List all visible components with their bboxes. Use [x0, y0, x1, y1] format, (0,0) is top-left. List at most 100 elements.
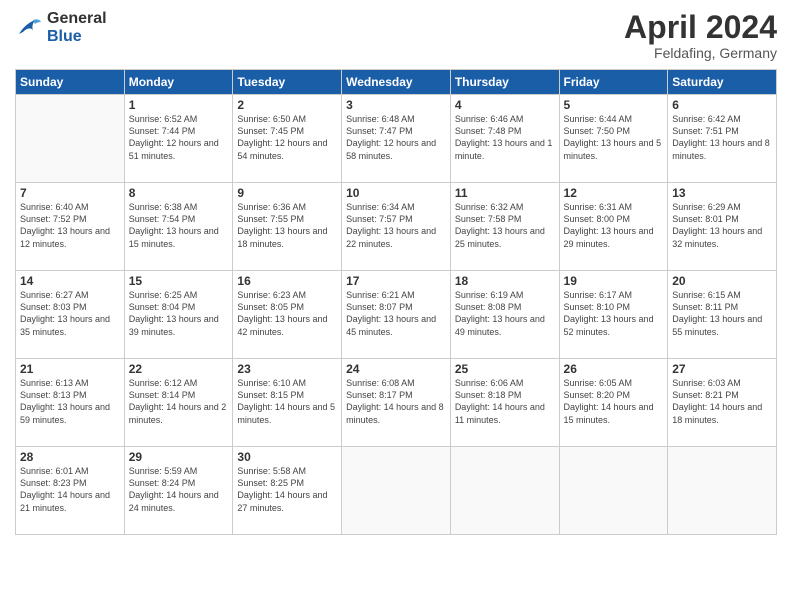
day-number: 5: [564, 98, 664, 112]
day-number: 15: [129, 274, 229, 288]
day-info: Sunrise: 6:23 AMSunset: 8:05 PMDaylight:…: [237, 289, 337, 338]
day-info: Sunrise: 6:29 AMSunset: 8:01 PMDaylight:…: [672, 201, 772, 250]
day-info: Sunrise: 6:38 AMSunset: 7:54 PMDaylight:…: [129, 201, 229, 250]
day-info: Sunrise: 6:36 AMSunset: 7:55 PMDaylight:…: [237, 201, 337, 250]
col-monday: Monday: [124, 70, 233, 95]
day-info: Sunrise: 6:15 AMSunset: 8:11 PMDaylight:…: [672, 289, 772, 338]
day-number: 16: [237, 274, 337, 288]
day-info: Sunrise: 6:52 AMSunset: 7:44 PMDaylight:…: [129, 113, 229, 162]
day-number: 8: [129, 186, 229, 200]
title-area: April 2024 Feldafing, Germany: [624, 10, 777, 61]
day-info: Sunrise: 6:21 AMSunset: 8:07 PMDaylight:…: [346, 289, 446, 338]
day-number: 19: [564, 274, 664, 288]
day-info: Sunrise: 6:10 AMSunset: 8:15 PMDaylight:…: [237, 377, 337, 426]
table-row: [450, 447, 559, 535]
logo: General Blue: [15, 10, 107, 45]
page: General Blue April 2024 Feldafing, Germa…: [0, 0, 792, 612]
day-number: 9: [237, 186, 337, 200]
day-info: Sunrise: 6:48 AMSunset: 7:47 PMDaylight:…: [346, 113, 446, 162]
table-row: 1Sunrise: 6:52 AMSunset: 7:44 PMDaylight…: [124, 95, 233, 183]
day-number: 28: [20, 450, 120, 464]
header: General Blue April 2024 Feldafing, Germa…: [15, 10, 777, 61]
table-row: 9Sunrise: 6:36 AMSunset: 7:55 PMDaylight…: [233, 183, 342, 271]
col-sunday: Sunday: [16, 70, 125, 95]
day-info: Sunrise: 6:08 AMSunset: 8:17 PMDaylight:…: [346, 377, 446, 426]
day-info: Sunrise: 5:58 AMSunset: 8:25 PMDaylight:…: [237, 465, 337, 514]
calendar-week-row: 21Sunrise: 6:13 AMSunset: 8:13 PMDayligh…: [16, 359, 777, 447]
day-number: 30: [237, 450, 337, 464]
day-number: 26: [564, 362, 664, 376]
calendar-header-row: Sunday Monday Tuesday Wednesday Thursday…: [16, 70, 777, 95]
table-row: 4Sunrise: 6:46 AMSunset: 7:48 PMDaylight…: [450, 95, 559, 183]
day-info: Sunrise: 6:25 AMSunset: 8:04 PMDaylight:…: [129, 289, 229, 338]
day-info: Sunrise: 6:31 AMSunset: 8:00 PMDaylight:…: [564, 201, 664, 250]
table-row: 18Sunrise: 6:19 AMSunset: 8:08 PMDayligh…: [450, 271, 559, 359]
table-row: 7Sunrise: 6:40 AMSunset: 7:52 PMDaylight…: [16, 183, 125, 271]
table-row: 17Sunrise: 6:21 AMSunset: 8:07 PMDayligh…: [342, 271, 451, 359]
day-info: Sunrise: 6:05 AMSunset: 8:20 PMDaylight:…: [564, 377, 664, 426]
day-number: 1: [129, 98, 229, 112]
table-row: [559, 447, 668, 535]
day-number: 13: [672, 186, 772, 200]
calendar-week-row: 7Sunrise: 6:40 AMSunset: 7:52 PMDaylight…: [16, 183, 777, 271]
day-info: Sunrise: 6:01 AMSunset: 8:23 PMDaylight:…: [20, 465, 120, 514]
day-info: Sunrise: 6:17 AMSunset: 8:10 PMDaylight:…: [564, 289, 664, 338]
day-info: Sunrise: 6:27 AMSunset: 8:03 PMDaylight:…: [20, 289, 120, 338]
day-number: 21: [20, 362, 120, 376]
day-info: Sunrise: 6:19 AMSunset: 8:08 PMDaylight:…: [455, 289, 555, 338]
day-number: 12: [564, 186, 664, 200]
day-info: Sunrise: 5:59 AMSunset: 8:24 PMDaylight:…: [129, 465, 229, 514]
day-info: Sunrise: 6:44 AMSunset: 7:50 PMDaylight:…: [564, 113, 664, 162]
logo-text: General Blue: [47, 10, 107, 45]
table-row: 13Sunrise: 6:29 AMSunset: 8:01 PMDayligh…: [668, 183, 777, 271]
logo-blue: Blue: [47, 28, 107, 46]
table-row: [342, 447, 451, 535]
table-row: 22Sunrise: 6:12 AMSunset: 8:14 PMDayligh…: [124, 359, 233, 447]
day-number: 17: [346, 274, 446, 288]
table-row: 27Sunrise: 6:03 AMSunset: 8:21 PMDayligh…: [668, 359, 777, 447]
table-row: 26Sunrise: 6:05 AMSunset: 8:20 PMDayligh…: [559, 359, 668, 447]
day-number: 18: [455, 274, 555, 288]
day-number: 25: [455, 362, 555, 376]
day-info: Sunrise: 6:06 AMSunset: 8:18 PMDaylight:…: [455, 377, 555, 426]
col-saturday: Saturday: [668, 70, 777, 95]
day-number: 3: [346, 98, 446, 112]
day-number: 20: [672, 274, 772, 288]
location: Feldafing, Germany: [624, 45, 777, 61]
day-info: Sunrise: 6:50 AMSunset: 7:45 PMDaylight:…: [237, 113, 337, 162]
table-row: 10Sunrise: 6:34 AMSunset: 7:57 PMDayligh…: [342, 183, 451, 271]
table-row: [668, 447, 777, 535]
day-number: 14: [20, 274, 120, 288]
col-thursday: Thursday: [450, 70, 559, 95]
day-number: 2: [237, 98, 337, 112]
calendar-week-row: 1Sunrise: 6:52 AMSunset: 7:44 PMDaylight…: [16, 95, 777, 183]
day-number: 27: [672, 362, 772, 376]
day-number: 11: [455, 186, 555, 200]
table-row: 6Sunrise: 6:42 AMSunset: 7:51 PMDaylight…: [668, 95, 777, 183]
day-info: Sunrise: 6:40 AMSunset: 7:52 PMDaylight:…: [20, 201, 120, 250]
table-row: 29Sunrise: 5:59 AMSunset: 8:24 PMDayligh…: [124, 447, 233, 535]
table-row: 25Sunrise: 6:06 AMSunset: 8:18 PMDayligh…: [450, 359, 559, 447]
table-row: 21Sunrise: 6:13 AMSunset: 8:13 PMDayligh…: [16, 359, 125, 447]
day-number: 7: [20, 186, 120, 200]
day-info: Sunrise: 6:42 AMSunset: 7:51 PMDaylight:…: [672, 113, 772, 162]
col-friday: Friday: [559, 70, 668, 95]
table-row: 11Sunrise: 6:32 AMSunset: 7:58 PMDayligh…: [450, 183, 559, 271]
day-number: 6: [672, 98, 772, 112]
day-info: Sunrise: 6:03 AMSunset: 8:21 PMDaylight:…: [672, 377, 772, 426]
calendar-week-row: 28Sunrise: 6:01 AMSunset: 8:23 PMDayligh…: [16, 447, 777, 535]
calendar: Sunday Monday Tuesday Wednesday Thursday…: [15, 69, 777, 535]
day-number: 23: [237, 362, 337, 376]
table-row: 14Sunrise: 6:27 AMSunset: 8:03 PMDayligh…: [16, 271, 125, 359]
table-row: 15Sunrise: 6:25 AMSunset: 8:04 PMDayligh…: [124, 271, 233, 359]
table-row: 30Sunrise: 5:58 AMSunset: 8:25 PMDayligh…: [233, 447, 342, 535]
table-row: 24Sunrise: 6:08 AMSunset: 8:17 PMDayligh…: [342, 359, 451, 447]
calendar-week-row: 14Sunrise: 6:27 AMSunset: 8:03 PMDayligh…: [16, 271, 777, 359]
table-row: 20Sunrise: 6:15 AMSunset: 8:11 PMDayligh…: [668, 271, 777, 359]
day-info: Sunrise: 6:34 AMSunset: 7:57 PMDaylight:…: [346, 201, 446, 250]
table-row: 2Sunrise: 6:50 AMSunset: 7:45 PMDaylight…: [233, 95, 342, 183]
table-row: [16, 95, 125, 183]
day-number: 29: [129, 450, 229, 464]
month-title: April 2024: [624, 10, 777, 45]
day-info: Sunrise: 6:46 AMSunset: 7:48 PMDaylight:…: [455, 113, 555, 162]
